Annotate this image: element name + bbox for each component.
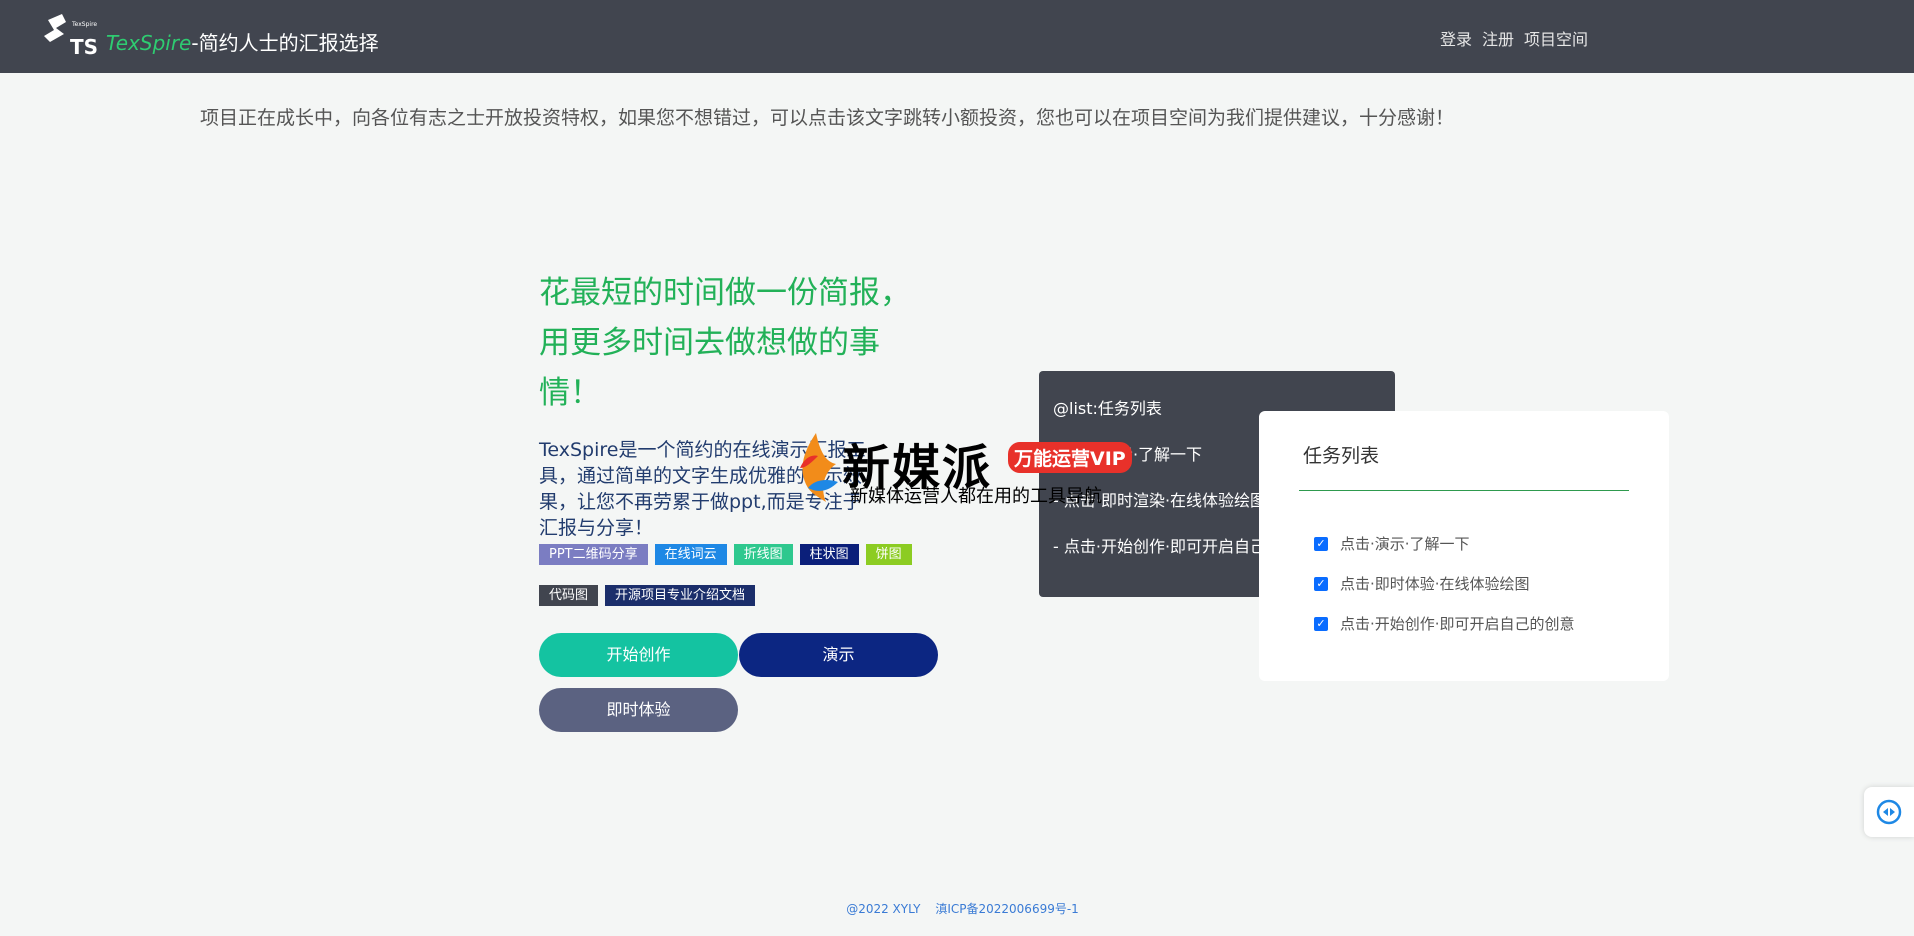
- nav-login[interactable]: 登录: [1440, 26, 1472, 50]
- checkbox-checked-icon[interactable]: ✓: [1314, 616, 1328, 631]
- floating-assistant-button[interactable]: [1864, 787, 1914, 837]
- demo-button[interactable]: 演示: [739, 633, 938, 677]
- top-header: TS TexSpire TexSpire-简约人士的汇报选择 登录 注册 项目空…: [0, 0, 1914, 73]
- svg-text:TexSpire: TexSpire: [71, 21, 97, 28]
- divider: [1299, 490, 1629, 491]
- top-nav: 登录 注册 项目空间: [1440, 26, 1588, 50]
- refresh-chat-icon: [1876, 799, 1902, 825]
- brand-prefix: TexSpire: [106, 31, 192, 55]
- watermark-subtitle: 新媒体运营人都在用的工具导航: [850, 486, 1102, 507]
- tag-ppt-qr[interactable]: PPT二维码分享: [539, 544, 648, 565]
- footer-icp-link[interactable]: 滇ICP备2022006699号-1: [924, 902, 1078, 916]
- svg-text:TS: TS: [70, 35, 98, 59]
- instant-try-button[interactable]: 即时体验: [539, 688, 738, 732]
- nav-project-space[interactable]: 项目空间: [1524, 26, 1588, 50]
- tag-wordcloud[interactable]: 在线词云: [654, 544, 727, 565]
- brand-suffix: -简约人士的汇报选择: [191, 31, 379, 55]
- brand-title[interactable]: TexSpire-简约人士的汇报选择: [106, 27, 379, 56]
- task-item-label: 点击·即时体验·在线体验绘图: [1340, 575, 1530, 593]
- tag-pie-chart[interactable]: 饼图: [865, 544, 912, 565]
- watermark-vip-badge: 万能运营VIP: [1008, 442, 1132, 473]
- checkbox-checked-icon[interactable]: ✓: [1314, 536, 1328, 551]
- checkbox-checked-icon[interactable]: ✓: [1314, 576, 1328, 591]
- task-item: ✓ 点击·开始创作·即可开启自己的创意: [1314, 613, 1575, 634]
- tag-bar-chart[interactable]: 柱状图: [799, 544, 859, 565]
- feature-tags-row1: PPT二维码分享 在线词云 折线图 柱状图 饼图: [539, 544, 912, 565]
- bird-logo-icon: [800, 433, 838, 502]
- tag-line-chart[interactable]: 折线图: [733, 544, 793, 565]
- task-item-label: 点击·开始创作·即可开启自己的创意: [1340, 615, 1575, 633]
- task-item: ✓ 点击·即时体验·在线体验绘图: [1314, 573, 1530, 594]
- texspire-logo-icon[interactable]: TS TexSpire: [42, 14, 98, 60]
- tag-open-source-docs[interactable]: 开源项目专业介绍文档: [605, 585, 756, 606]
- watermark-overlay: 新媒派 万能运营VIP 新媒体运营人都在用的工具导航: [786, 428, 1136, 508]
- start-create-button[interactable]: 开始创作: [539, 633, 738, 677]
- hero-title: 花最短的时间做一份简报，用更多时间去做想做的事情！: [539, 275, 911, 411]
- footer: @2022 XYLY 滇ICP备2022006699号-1: [0, 900, 1914, 917]
- task-item-label: 点击·演示·了解一下: [1340, 535, 1470, 553]
- investment-notice-link[interactable]: 项目正在成长中，向各位有志之士开放投资特权，如果您不想错过，可以点击该文字跳转小…: [200, 103, 1454, 130]
- tag-code-chart[interactable]: 代码图: [539, 585, 599, 606]
- nav-register[interactable]: 注册: [1482, 26, 1514, 50]
- task-list-title: 任务列表: [1303, 445, 1380, 467]
- feature-tags-row2: 代码图 开源项目专业介绍文档: [539, 585, 756, 606]
- task-list-card: 任务列表 ✓ 点击·演示·了解一下 ✓ 点击·即时体验·在线体验绘图 ✓ 点击·…: [1259, 411, 1669, 681]
- footer-copyright: @2022 XYLY: [846, 902, 921, 916]
- task-item: ✓ 点击·演示·了解一下: [1314, 533, 1470, 554]
